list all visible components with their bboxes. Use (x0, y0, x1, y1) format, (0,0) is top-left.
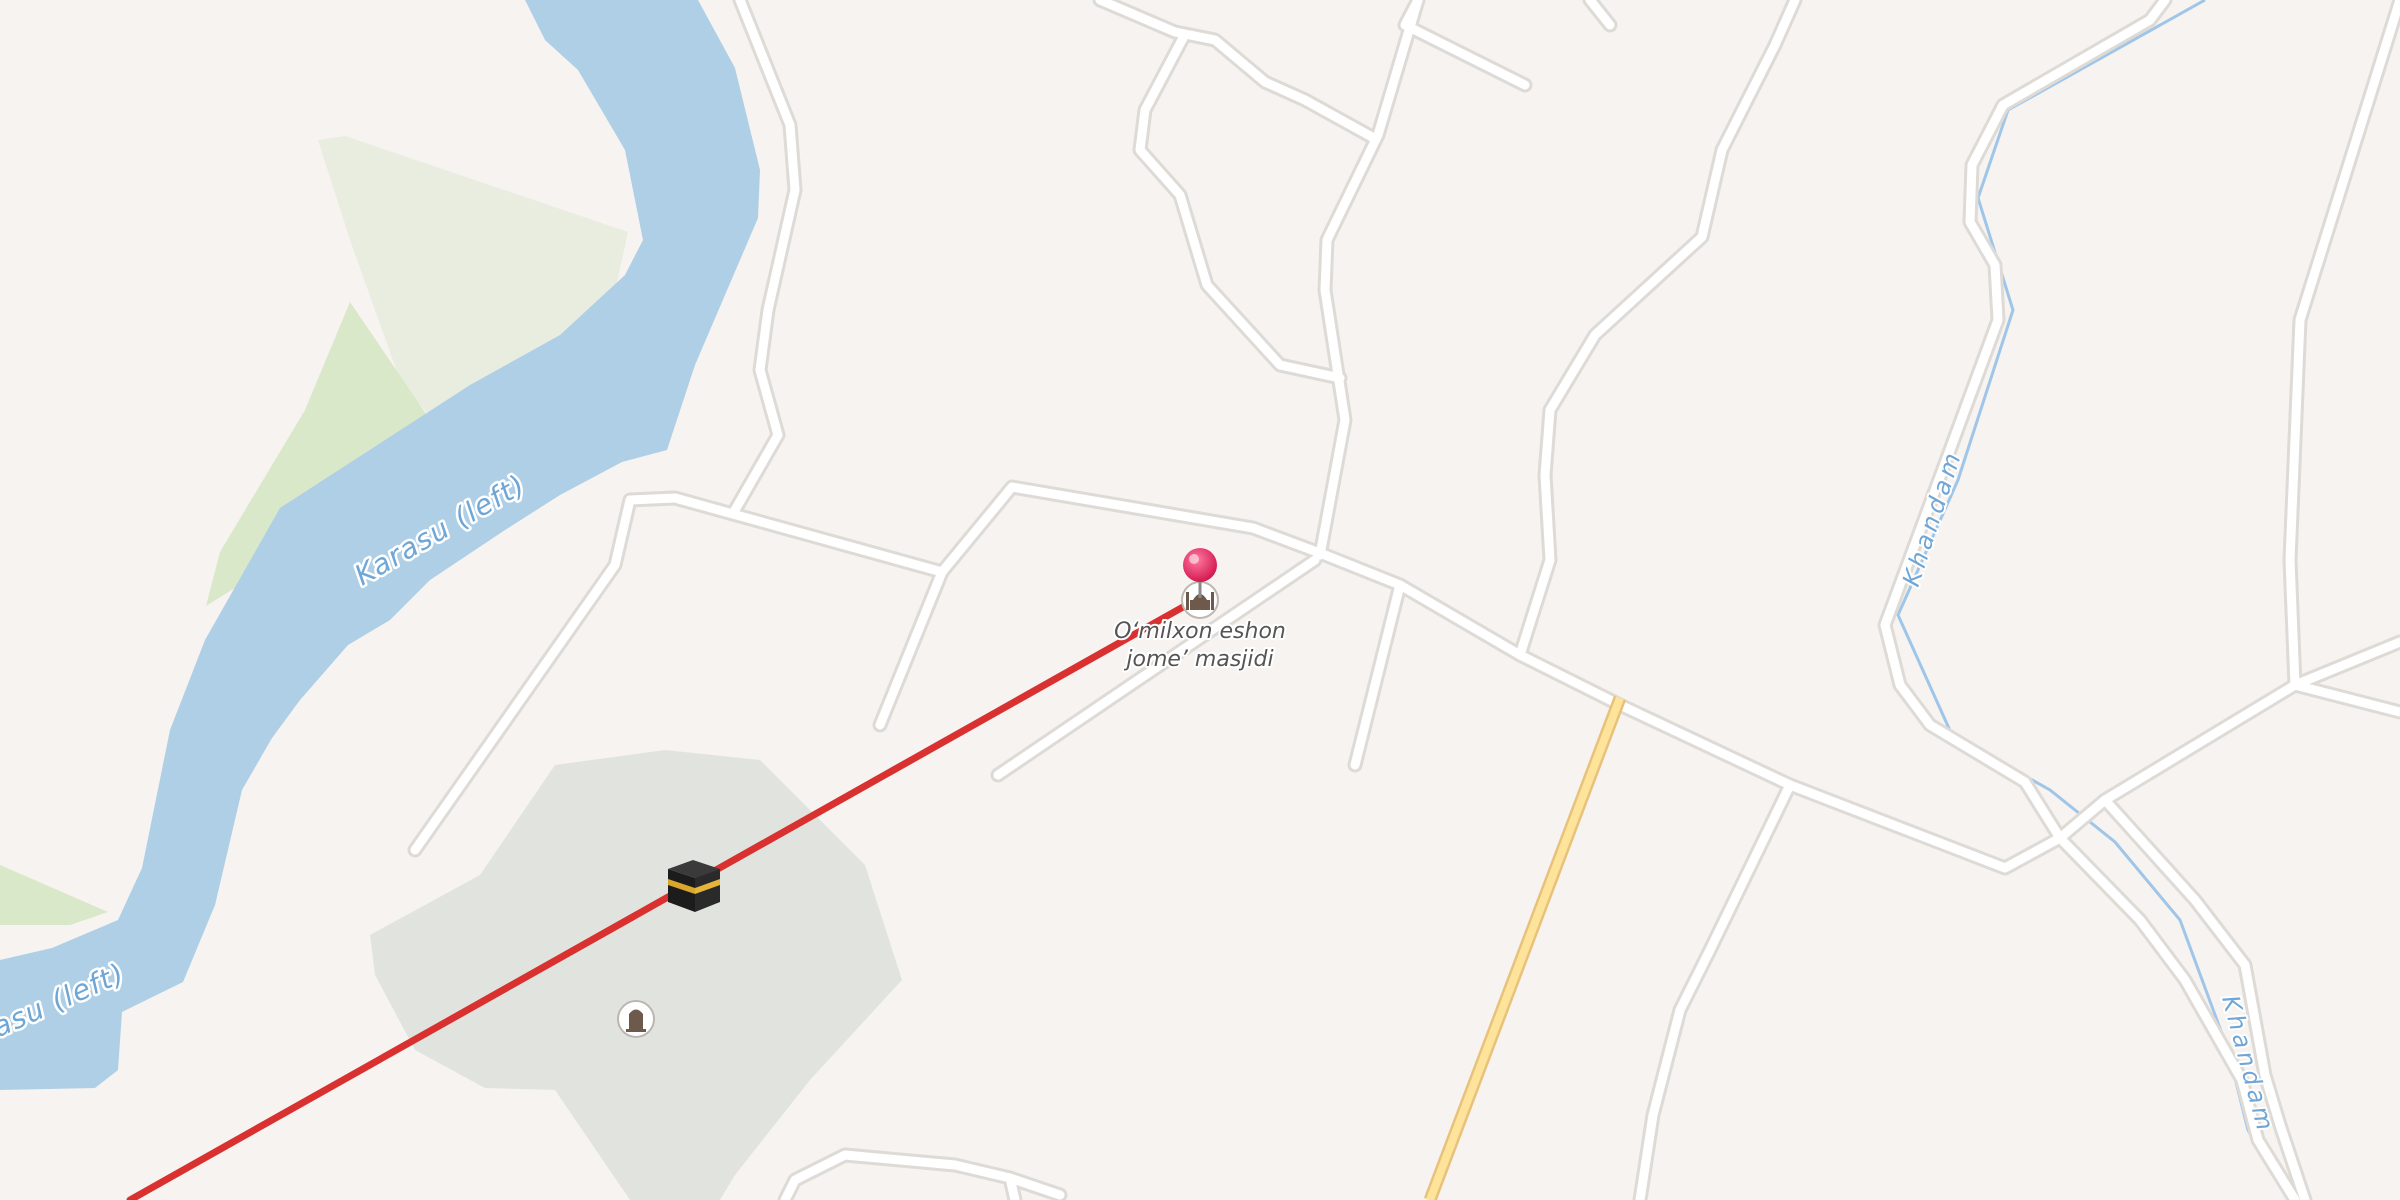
mosque-name-line1: O‘milxon eshon (1114, 619, 1286, 644)
cemetery-poi[interactable] (617, 1000, 655, 1038)
mosque-name-line2: jome’ masjidi (1123, 647, 1273, 672)
cemetery-icon-glyph (629, 1009, 643, 1029)
map-canvas[interactable]: Karasu (left) Karasu (left) Khandam Khan… (0, 0, 2400, 1200)
kaaba-icon[interactable] (668, 860, 720, 912)
